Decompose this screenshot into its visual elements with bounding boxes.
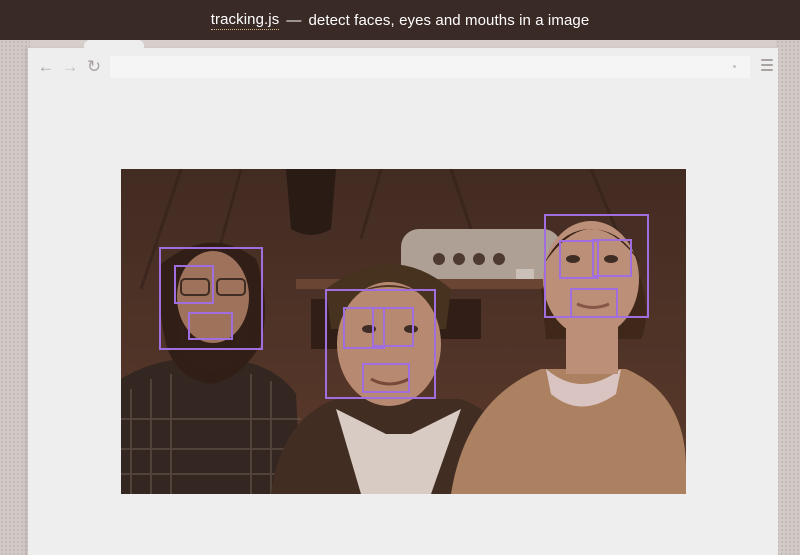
eye-detection-box <box>174 265 214 304</box>
eye-detection-box <box>372 307 414 347</box>
page-background-left <box>0 40 30 555</box>
hamburger-menu-icon[interactable] <box>761 59 773 71</box>
address-bar[interactable] <box>110 56 750 78</box>
title-separator: — <box>286 11 302 29</box>
mouth-detection-box <box>362 363 410 393</box>
browser-toolbar: ← → ↻ <box>28 48 779 86</box>
eye-detection-box <box>592 239 632 277</box>
reload-icon[interactable]: ↻ <box>82 55 106 79</box>
forward-arrow-icon[interactable]: → <box>58 55 82 79</box>
back-arrow-icon[interactable]: ← <box>34 55 58 79</box>
address-bar-indicator <box>733 65 736 68</box>
page-background-right <box>776 40 800 555</box>
title-bar: tracking.js — detect faces, eyes and mou… <box>0 0 800 40</box>
mouth-detection-box <box>188 312 233 340</box>
demo-photo <box>121 169 686 494</box>
tracking-js-link[interactable]: tracking.js <box>210 11 280 30</box>
mouth-detection-box <box>570 288 618 318</box>
demo-description: detect faces, eyes and mouths in a image <box>308 11 590 29</box>
